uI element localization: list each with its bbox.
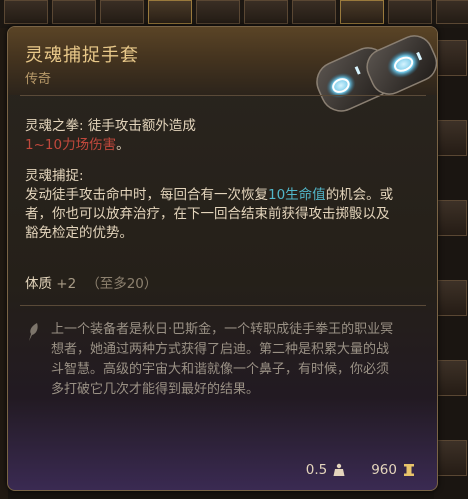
- weight-value: 0.5: [305, 462, 328, 478]
- inventory-strip: [0, 0, 468, 28]
- item-rarity: 传奇: [25, 72, 52, 87]
- inventory-slot[interactable]: [437, 200, 467, 236]
- heal-value: 10生命值: [268, 187, 326, 203]
- divider: [20, 305, 426, 306]
- item-title: 灵魂捕捉手套: [25, 45, 139, 66]
- stat-line: 体质 +2 （至多20）: [25, 272, 157, 292]
- price-value: 960: [371, 462, 397, 478]
- inventory-slot[interactable]: [148, 0, 192, 24]
- right-inventory-column: [434, 28, 468, 499]
- passive-soul-catch: 灵魂捕捉: 发动徒手攻击命中时，每回合有一次恢复10生命值的机会。或者，你也可以…: [25, 167, 395, 243]
- inventory-slot[interactable]: [436, 0, 468, 24]
- passive-text: 徒手攻击额外造成: [87, 118, 196, 134]
- inventory-slot[interactable]: [4, 0, 48, 24]
- inventory-slot[interactable]: [437, 440, 467, 476]
- passive-text-a: 发动徒手攻击命中时，每回合有一次恢复: [25, 187, 268, 203]
- passive-name: 灵魂捕捉:: [25, 168, 84, 184]
- inventory-slot[interactable]: [437, 40, 467, 76]
- lore-text: 上一个装备者是秋日·巴斯金，一个转职成徒手拳王的职业冥想者，她通过两种方式获得了…: [51, 322, 394, 397]
- divider: [20, 95, 426, 96]
- inventory-slot[interactable]: [244, 0, 288, 24]
- stat-cap: （至多20）: [86, 276, 158, 292]
- damage-value: 1~10力场伤害: [25, 137, 117, 153]
- passive-name: 灵魂之拳:: [25, 118, 84, 134]
- soul-glove-icon: [316, 35, 437, 112]
- weight-icon: [333, 463, 345, 476]
- inventory-slot[interactable]: [292, 0, 336, 24]
- item-tooltip: 灵魂捕捉手套 传奇 灵魂之拳: 徒手攻击额外造成 1~10力场伤害。 灵魂捕捉:…: [7, 26, 438, 491]
- gold-icon: [404, 464, 414, 476]
- passive-end: 。: [116, 137, 130, 153]
- inventory-slot[interactable]: [437, 360, 467, 396]
- inventory-slot[interactable]: [196, 0, 240, 24]
- inventory-slot[interactable]: [437, 120, 467, 156]
- inventory-slot[interactable]: [388, 0, 432, 24]
- quill-icon: [29, 323, 38, 341]
- inventory-slot[interactable]: [52, 0, 96, 24]
- passive-soul-fist: 灵魂之拳: 徒手攻击额外造成 1~10力场伤害。: [25, 117, 196, 155]
- stat-bonus: +2: [56, 276, 77, 292]
- item-footer: 0.5 960: [306, 462, 415, 478]
- stat-name: 体质: [25, 276, 52, 292]
- inventory-slot[interactable]: [340, 0, 384, 24]
- inventory-slot[interactable]: [437, 280, 467, 316]
- inventory-slot[interactable]: [100, 0, 144, 24]
